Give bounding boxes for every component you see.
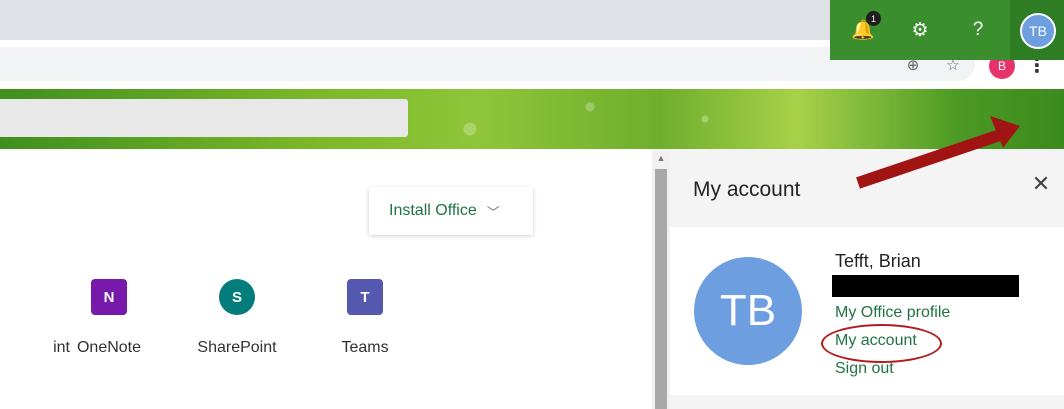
app-label: OneNote	[76, 339, 142, 356]
office-header	[0, 89, 1064, 149]
app-tile-onenote[interactable]: N OneNote	[54, 279, 164, 357]
settings-gear-icon[interactable]: ⚙	[907, 17, 933, 43]
scroll-thumb[interactable]	[655, 169, 667, 409]
app-label: SharePoint	[197, 339, 277, 356]
my-account-panel: My account ✕ TB Tefft, Brian My Office p…	[670, 149, 1064, 409]
panel-title: My account	[693, 178, 801, 201]
app-tile-sharepoint[interactable]: S SharePoint	[182, 279, 292, 357]
onenote-icon: N	[91, 279, 127, 315]
install-office-button[interactable]: Install Office ﹀	[369, 187, 533, 235]
notification-count-badge: 1	[866, 11, 881, 26]
install-office-label: Install Office	[389, 202, 477, 219]
my-office-profile-link[interactable]: My Office profile	[835, 304, 950, 322]
annotation-circle	[821, 324, 942, 363]
sharepoint-icon: S	[219, 279, 255, 315]
main-scrollbar[interactable]: ▲	[652, 149, 670, 409]
app-label: Teams	[341, 339, 389, 356]
search-input[interactable]	[0, 99, 408, 137]
close-icon[interactable]: ✕	[1030, 171, 1052, 196]
account-card: TB Tefft, Brian My Office profile My acc…	[670, 227, 1064, 395]
address-bar[interactable]: ⊕ ☆	[0, 47, 975, 81]
chevron-down-icon: ﹀	[486, 204, 500, 220]
app-tile-teams[interactable]: T Teams	[310, 279, 420, 357]
user-name: Tefft, Brian	[835, 251, 921, 271]
teams-icon: T	[347, 279, 383, 315]
main-content: Install Office ﹀ int N OneNote S SharePo…	[0, 149, 652, 409]
header-account-avatar[interactable]: TB	[1020, 13, 1056, 49]
scroll-up-icon[interactable]: ▲	[656, 153, 666, 163]
redacted-email	[832, 275, 1019, 297]
avatar: TB	[694, 257, 802, 365]
help-icon[interactable]: ?	[965, 17, 991, 43]
